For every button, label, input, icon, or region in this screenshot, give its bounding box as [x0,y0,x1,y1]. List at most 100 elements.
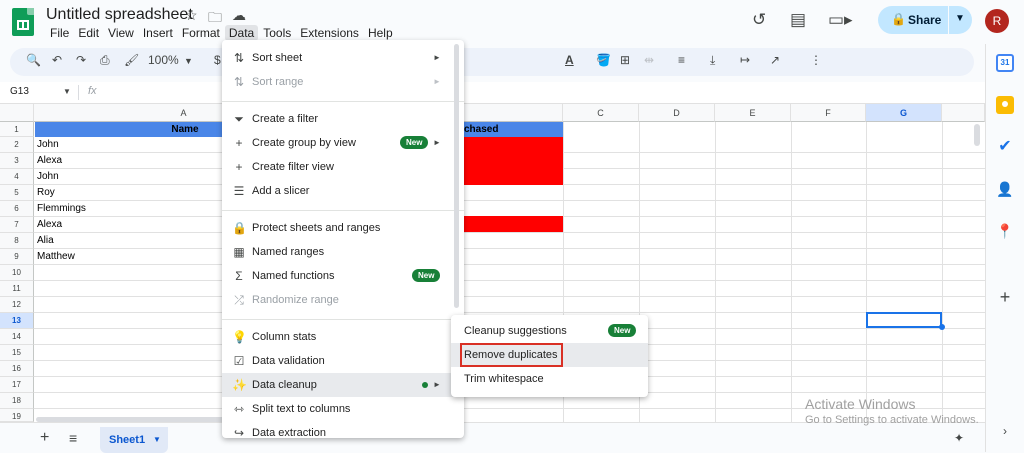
row-header[interactable]: 6 [0,201,34,217]
menu-item-sort-range[interactable]: ⇅ Sort range ► [222,70,464,94]
contacts-icon[interactable]: 👤 [996,180,1014,198]
meet-video-icon[interactable]: ▭▸ [828,10,853,30]
chevron-down-icon[interactable]: ▼ [63,87,71,96]
sheet-tab[interactable]: Sheet1 ▼ [100,427,168,453]
row-header[interactable]: 14 [0,329,34,345]
sheets-logo-icon[interactable] [12,8,34,36]
menu-edit[interactable]: Edit [74,25,103,41]
menu-item-named-functions[interactable]: Σ Named functions New [222,264,464,288]
menu-item-protect-sheets[interactable]: 🔒 Protect sheets and ranges [222,216,464,240]
currency-format-button[interactable]: $ [214,53,221,67]
avatar[interactable]: R [985,9,1009,33]
cell-a8[interactable]: Alia [35,233,221,249]
cell-a7[interactable]: Alexa [35,217,221,233]
cell-a5[interactable]: Roy [35,185,221,201]
document-title[interactable]: Untitled spreadsheet [46,6,193,24]
menu-item-column-stats[interactable]: 💡 Column stats [222,325,464,349]
text-wrap-icon[interactable]: ↦ [740,53,750,67]
menu-tools[interactable]: Tools [259,25,295,41]
row-header[interactable]: 13 [0,313,34,329]
menu-scrollbar[interactable] [454,44,459,308]
menu-insert[interactable]: Insert [139,25,177,41]
row-header[interactable]: 15 [0,345,34,361]
column-header-f[interactable]: F [791,104,866,122]
row-header[interactable]: 10 [0,265,34,281]
cloud-status-icon[interactable]: ☁ [232,7,246,24]
row-header[interactable]: 12 [0,297,34,313]
select-all-corner[interactable] [0,104,34,122]
cell-a6[interactable]: Flemmings [35,201,221,217]
tasks-icon[interactable]: ✔ [996,138,1014,156]
menu-item-data-cleanup[interactable]: ✨ Data cleanup ► [222,373,464,397]
keep-icon[interactable] [996,96,1014,114]
submenu-item-trim-whitespace[interactable]: Trim whitespace [451,367,648,391]
menu-item-named-ranges[interactable]: ▦ Named ranges [222,240,464,264]
more-options-icon[interactable]: ⋮ [810,53,822,67]
row-header[interactable]: 3 [0,153,34,169]
row-header[interactable]: 18 [0,393,34,409]
expand-panel-icon[interactable]: › [996,422,1014,440]
header-cell-purchased[interactable]: chased [464,122,563,137]
align-left-icon[interactable]: ≡ [678,53,685,67]
column-header-g[interactable]: G [866,104,942,122]
column-header-d[interactable]: D [639,104,715,122]
add-addon-icon[interactable]: + [996,288,1014,306]
menu-data[interactable]: Data [224,25,259,41]
row-header[interactable]: 4 [0,169,34,185]
cell-a9[interactable]: Matthew [35,249,221,265]
cell-a3[interactable]: Alexa [35,153,221,169]
redo-icon[interactable]: ↷ [76,53,86,67]
borders-icon[interactable]: ⊞ [620,53,630,67]
search-menus-icon[interactable]: 🔍 [26,53,41,67]
row-header[interactable]: 7 [0,217,34,233]
fill-color-icon[interactable]: 🪣 [596,53,611,67]
fill-handle[interactable] [939,324,945,330]
row-header[interactable]: 5 [0,185,34,201]
comments-icon[interactable]: ▤ [790,10,806,30]
vertical-align-icon[interactable]: ⤓ [710,53,715,68]
menu-item-create-group-by-view[interactable]: + Create group by view New ► [222,131,464,155]
row-header[interactable]: 2 [0,137,34,153]
vertical-scrollbar[interactable] [974,124,980,146]
chevron-down-icon[interactable]: ▼ [955,13,965,24]
menu-item-create-filter[interactable]: ⏷ Create a filter [222,107,464,131]
version-history-icon[interactable]: ↺ [752,10,766,30]
menu-extensions[interactable]: Extensions [296,25,363,41]
submenu-item-cleanup-suggestions[interactable]: Cleanup suggestions New [451,319,648,343]
menu-item-sort-sheet[interactable]: ⇅ Sort sheet ► [222,46,464,70]
calendar-icon[interactable]: 31 [996,54,1014,72]
menu-item-add-slicer[interactable]: ☰ Add a slicer [222,179,464,203]
row-header[interactable]: 17 [0,377,34,393]
menu-item-data-extraction[interactable]: ↪ Data extraction [222,421,464,438]
row-header[interactable]: 11 [0,281,34,297]
add-sheet-icon[interactable]: + [40,429,49,447]
star-icon[interactable]: ☆ [185,7,198,24]
cell-a2[interactable]: John [35,137,221,153]
text-color-icon[interactable]: A [565,53,574,67]
share-button[interactable]: 🔒 Share ▼ [878,6,972,34]
name-box[interactable]: G13 [10,86,29,97]
menu-format[interactable]: Format [178,25,224,41]
menu-item-split-text[interactable]: ⇿ Split text to columns [222,397,464,421]
chevron-down-icon[interactable]: ▼ [153,435,161,444]
menu-help[interactable]: Help [364,25,397,41]
cell-a4[interactable]: John [35,169,221,185]
menu-item-create-filter-view[interactable]: + Create filter view [222,155,464,179]
selected-cell-g13[interactable] [866,312,942,328]
column-header-c[interactable]: C [563,104,639,122]
maps-icon[interactable]: 📍 [996,222,1014,240]
menu-item-randomize-range[interactable]: ⤮ Randomize range [222,288,464,312]
menu-item-data-validation[interactable]: ☑ Data validation [222,349,464,373]
row-header[interactable]: 19 [0,409,34,422]
print-icon[interactable]: ⎙ [100,53,110,68]
all-sheets-icon[interactable]: ≡ [69,430,77,446]
text-rotate-icon[interactable]: ↗ [770,53,780,67]
chevron-down-icon[interactable]: ▼ [184,56,193,66]
undo-icon[interactable]: ↶ [52,53,62,67]
column-header-e[interactable]: E [715,104,791,122]
row-header[interactable]: 16 [0,361,34,377]
paint-format-icon[interactable]: 🖌 [124,53,139,67]
row-header[interactable]: 1 [0,122,34,137]
explore-icon[interactable]: ✦ [954,431,964,445]
row-header[interactable]: 8 [0,233,34,249]
